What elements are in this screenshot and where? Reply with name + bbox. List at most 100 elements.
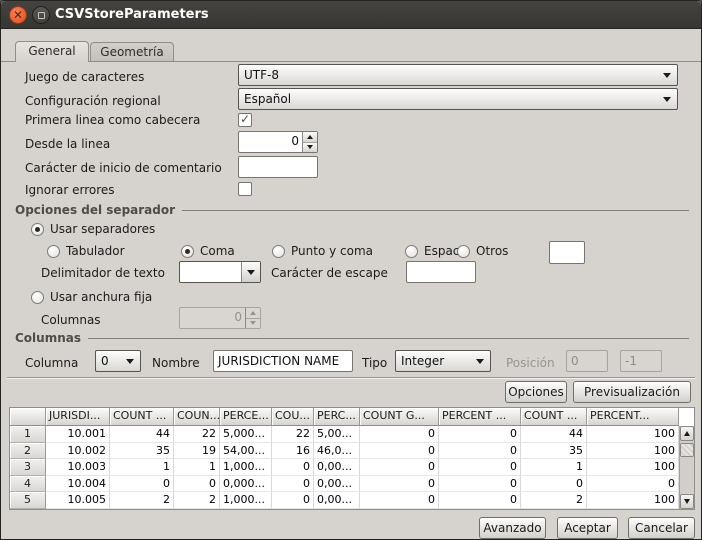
table-cell[interactable]: 19 <box>174 443 220 460</box>
table-cell[interactable]: 1,000... <box>220 459 272 476</box>
row-number-cell[interactable]: 1 <box>10 426 46 443</box>
table-cell[interactable]: 100 <box>587 443 679 460</box>
cancel-button[interactable]: Cancelar <box>628 517 695 539</box>
table-cell[interactable]: 35 <box>110 443 174 460</box>
table-cell[interactable]: 0 <box>272 459 314 476</box>
table-cell[interactable]: 22 <box>174 426 220 443</box>
table-cell[interactable]: 0,000... <box>220 476 272 493</box>
tab-geometria[interactable]: Geometría <box>90 42 174 61</box>
spin-down-button[interactable] <box>303 143 317 153</box>
table-cell[interactable]: 0 <box>439 426 521 443</box>
locale-select[interactable]: Español <box>238 88 678 110</box>
table-column-header[interactable]: COUNT G... <box>360 408 439 426</box>
table-cell[interactable]: 54,00... <box>220 443 272 460</box>
row-number-cell[interactable]: 2 <box>10 443 46 460</box>
table-cell[interactable]: 0 <box>360 476 439 493</box>
charset-select[interactable]: UTF-8 <box>238 64 678 86</box>
table-column-header[interactable]: COUNT ... <box>521 408 587 426</box>
type-select[interactable]: Integer <box>395 350 491 372</box>
table-column-header[interactable]: COU... <box>272 408 314 426</box>
table-cell[interactable]: 1 <box>110 459 174 476</box>
table-cell[interactable]: 2 <box>110 492 174 509</box>
others-input[interactable] <box>549 241 585 264</box>
table-cell[interactable]: 2 <box>174 492 220 509</box>
table-cell[interactable]: 0 <box>439 443 521 460</box>
table-cell[interactable]: 46,0... <box>314 443 360 460</box>
escape-char-input[interactable] <box>406 261 476 283</box>
table-cell[interactable]: 5,000... <box>220 426 272 443</box>
table-cell[interactable]: 0 <box>360 426 439 443</box>
table-cell[interactable]: 16 <box>272 443 314 460</box>
vertical-scrollbar[interactable] <box>679 426 694 509</box>
table-column-header[interactable]: JURISDI... <box>46 408 110 426</box>
table-cell[interactable]: 5,00... <box>314 426 360 443</box>
column-name-input[interactable]: JURISDICTION NAME <box>213 350 353 372</box>
table-cell[interactable]: 10.004 <box>46 476 110 493</box>
tabulator-radio[interactable]: Tabulador <box>47 244 125 258</box>
table-cell[interactable]: 10.001 <box>46 426 110 443</box>
scrollbar-thumb[interactable] <box>680 443 694 457</box>
table-cell[interactable]: 0 <box>439 476 521 493</box>
scroll-down-button[interactable] <box>680 494 694 509</box>
table-cell[interactable]: 0 <box>272 476 314 493</box>
table-corner-header[interactable] <box>10 408 46 426</box>
text-delimiter-combobox[interactable] <box>179 261 261 283</box>
table-cell[interactable]: 0 <box>360 443 439 460</box>
table-cell[interactable]: 0 <box>521 476 587 493</box>
tab-general[interactable]: General <box>15 41 89 62</box>
ignore-errors-checkbox[interactable] <box>238 182 252 196</box>
scroll-up-button[interactable] <box>680 426 694 441</box>
spin-up-button[interactable] <box>303 132 317 143</box>
table-cell[interactable]: 0 <box>272 492 314 509</box>
column-select[interactable]: 0 <box>95 350 141 372</box>
table-cell[interactable]: 0 <box>587 476 679 493</box>
table-cell[interactable]: 10.002 <box>46 443 110 460</box>
table-cell[interactable]: 44 <box>110 426 174 443</box>
options-button[interactable]: Opciones <box>505 381 567 403</box>
table-column-header[interactable]: PERCE... <box>220 408 272 426</box>
close-button[interactable]: ✕ <box>9 6 27 24</box>
table-cell[interactable]: 44 <box>521 426 587 443</box>
table-cell[interactable]: 0 <box>174 476 220 493</box>
table-cell[interactable]: 2 <box>521 492 587 509</box>
table-cell[interactable]: 0 <box>439 459 521 476</box>
table-cell[interactable]: 0,00... <box>314 476 360 493</box>
table-cell[interactable]: 0 <box>360 492 439 509</box>
table-column-header[interactable]: PERCENT ... <box>439 408 521 426</box>
from-line-spinner[interactable]: 0 <box>238 131 318 153</box>
accept-button[interactable]: Aceptar <box>557 517 618 539</box>
others-radio[interactable]: Otros <box>457 244 508 258</box>
table-column-header[interactable]: COUN... <box>174 408 220 426</box>
table-cell[interactable]: 10.005 <box>46 492 110 509</box>
row-number-cell[interactable]: 3 <box>10 459 46 476</box>
table-column-header[interactable]: PERC... <box>314 408 360 426</box>
fixed-width-radio[interactable]: Usar anchura fija <box>31 290 152 304</box>
use-separators-radio[interactable]: Usar separadores <box>31 222 155 236</box>
table-cell[interactable]: 1 <box>174 459 220 476</box>
row-number-cell[interactable]: 4 <box>10 476 46 493</box>
comma-radio[interactable]: Coma <box>181 244 235 258</box>
table-column-header[interactable]: COUNT ... <box>110 408 174 426</box>
row-number-cell[interactable]: 5 <box>10 492 46 509</box>
table-cell[interactable]: 0 <box>360 459 439 476</box>
table-cell[interactable]: 1,000... <box>220 492 272 509</box>
table-cell[interactable]: 100 <box>587 459 679 476</box>
table-cell[interactable]: 0,00... <box>314 492 360 509</box>
table-cell[interactable]: 22 <box>272 426 314 443</box>
table-cell[interactable]: 35 <box>521 443 587 460</box>
table-cell[interactable]: 0 <box>110 476 174 493</box>
table-column-header[interactable]: PERCENT... <box>587 408 679 426</box>
semicolon-radio[interactable]: Punto y coma <box>272 244 373 258</box>
first-line-header-checkbox[interactable] <box>238 113 252 127</box>
preview-button[interactable]: Previsualización <box>573 381 691 403</box>
table-cell[interactable]: 100 <box>587 426 679 443</box>
unmaximize-button[interactable] <box>32 6 50 24</box>
table-cell[interactable]: 10.003 <box>46 459 110 476</box>
combobox-arrow-button[interactable] <box>241 262 260 282</box>
table-cell[interactable]: 0,00... <box>314 459 360 476</box>
comment-char-input[interactable] <box>238 156 318 178</box>
table-cell[interactable]: 0 <box>439 492 521 509</box>
table-cell[interactable]: 100 <box>587 492 679 509</box>
table-cell[interactable]: 1 <box>521 459 587 476</box>
advanced-button[interactable]: Avanzado <box>479 517 546 539</box>
